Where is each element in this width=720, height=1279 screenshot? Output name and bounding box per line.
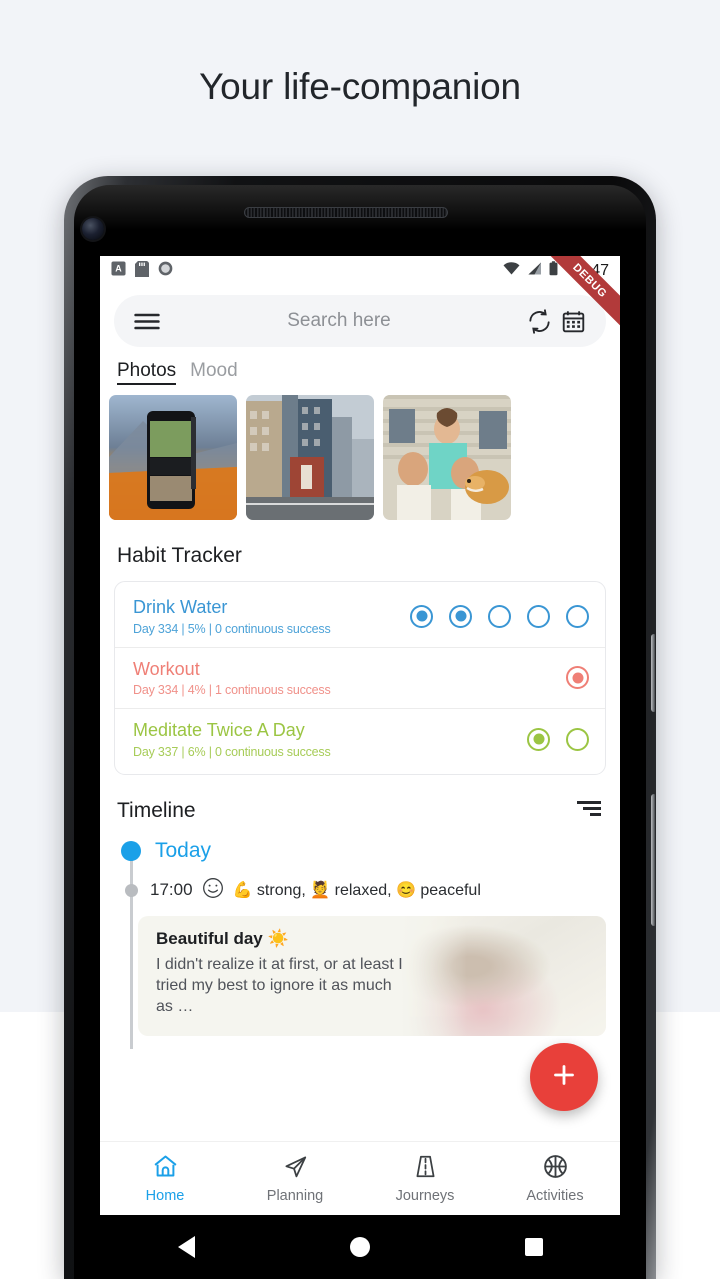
wifi-icon	[503, 262, 520, 280]
timeline-bullet-entry	[124, 883, 138, 897]
paper-plane-icon	[282, 1153, 309, 1185]
habit-meta: Day 334 | 5% | 0 continuous success	[133, 621, 331, 636]
timeline-today-node: Today	[100, 839, 620, 863]
volume-button[interactable]	[651, 794, 655, 926]
keyboard-indicator-icon: A	[111, 261, 126, 281]
habit-meta: Day 334 | 4% | 1 continuous success	[133, 683, 331, 698]
habit-dot[interactable]	[488, 604, 511, 628]
nav-item-home[interactable]: Home	[100, 1153, 230, 1204]
journal-title: Beautiful day ☀️	[156, 928, 289, 948]
habit-dot[interactable]	[527, 604, 550, 628]
habit-dot[interactable]	[566, 604, 589, 628]
timeline-entry-moods: 💪 strong, 💆 relaxed, 😊 peaceful	[232, 882, 481, 900]
photo-thumbnail[interactable]	[109, 395, 237, 520]
timeline-bullet-today	[121, 840, 141, 861]
svg-text:A: A	[115, 263, 122, 273]
circle-home-icon[interactable]	[349, 1237, 370, 1257]
android-navigation-bar	[100, 1215, 620, 1279]
triangle-back-icon[interactable]	[177, 1236, 195, 1258]
add-button[interactable]	[530, 1043, 598, 1111]
circle-icon	[158, 261, 173, 281]
habit-dots[interactable]	[566, 666, 589, 690]
habit-dot[interactable]	[566, 666, 589, 690]
search-bar-container: Search here	[100, 286, 620, 357]
timeline-entry[interactable]: 17:00 💪 strong, 💆 relaxed, 😊 peaceful	[100, 877, 620, 904]
front-camera-icon	[82, 218, 104, 240]
search-input[interactable]: Search here	[156, 310, 522, 332]
timeline-header: Timeline	[100, 775, 620, 823]
basketball-icon	[542, 1153, 569, 1185]
habit-tracker-card: Drink Water Day 334 | 5% | 0 continuous …	[114, 581, 606, 775]
sync-icon[interactable]	[522, 304, 556, 338]
photo-thumbnail[interactable]	[246, 395, 374, 520]
sort-icon[interactable]	[575, 799, 603, 822]
photo-strip[interactable]	[100, 395, 620, 520]
nav-item-planning[interactable]: Planning	[230, 1153, 360, 1204]
sd-card-icon	[135, 260, 149, 282]
photo-thumbnail[interactable]	[383, 395, 511, 520]
battery-icon	[549, 261, 558, 281]
calendar-icon[interactable]	[556, 304, 590, 338]
timeline-title: Timeline	[117, 798, 196, 822]
nav-item-activities[interactable]: Activities	[490, 1153, 620, 1204]
status-bar: A 10:47 DEBUG	[100, 256, 620, 335]
square-recents-icon[interactable]	[524, 1238, 543, 1256]
power-button[interactable]	[651, 634, 655, 712]
app-screen: A 10:47 DEBUG	[100, 256, 620, 1215]
nav-item-journeys[interactable]: Journeys	[360, 1153, 490, 1204]
habit-row[interactable]: Drink Water Day 334 | 5% | 0 continuous …	[115, 586, 605, 647]
photos-mood-tabs: Photos Mood	[100, 357, 620, 395]
habit-name: Drink Water	[133, 597, 228, 617]
nav-label-planning: Planning	[266, 1188, 324, 1204]
timeline-today-label: Today	[155, 838, 212, 862]
nav-label-journeys: Journeys	[395, 1188, 455, 1204]
timeline-list: Today 17:00 💪 strong, 💆 relaxed, 😊 peace…	[100, 823, 620, 1049]
habit-name: Workout	[133, 658, 200, 679]
habit-row[interactable]: Workout Day 334 | 4% | 1 continuous succ…	[115, 646, 605, 709]
habit-dot[interactable]	[527, 727, 550, 751]
home-icon	[152, 1153, 179, 1185]
habit-dot[interactable]	[410, 604, 433, 628]
earpiece-speaker	[244, 207, 448, 218]
tab-mood[interactable]: Mood	[190, 360, 238, 382]
habit-tracker-title: Habit Tracker	[117, 544, 242, 567]
signal-icon	[527, 262, 542, 280]
habit-name: Meditate Twice A Day	[133, 720, 305, 741]
journal-excerpt: I didn't realize it at first, or at leas…	[156, 955, 403, 1015]
page-title: Your life-companion	[199, 66, 521, 107]
habit-dots[interactable]	[410, 604, 589, 628]
road-icon	[412, 1153, 439, 1185]
smiley-outline-icon	[202, 877, 224, 904]
bottom-navigation: Home Planning Journeys Activities	[100, 1141, 620, 1215]
nav-label-activities: Activities	[526, 1188, 584, 1204]
plus-icon	[549, 1060, 579, 1095]
habit-row[interactable]: Meditate Twice A Day Day 337 | 6% | 0 co…	[115, 708, 605, 770]
timeline-entry-time: 17:00	[150, 880, 193, 900]
habit-dot[interactable]	[449, 604, 472, 628]
nav-label-home: Home	[145, 1188, 185, 1204]
tab-photos[interactable]: Photos	[117, 360, 177, 385]
journal-card[interactable]: Beautiful day ☀️ I didn't realize it at …	[138, 915, 606, 1036]
habit-dot[interactable]	[566, 727, 589, 751]
search-bar[interactable]: Search here	[114, 295, 606, 347]
habit-dots[interactable]	[527, 727, 589, 751]
habit-meta: Day 337 | 6% | 0 continuous success	[133, 744, 331, 759]
